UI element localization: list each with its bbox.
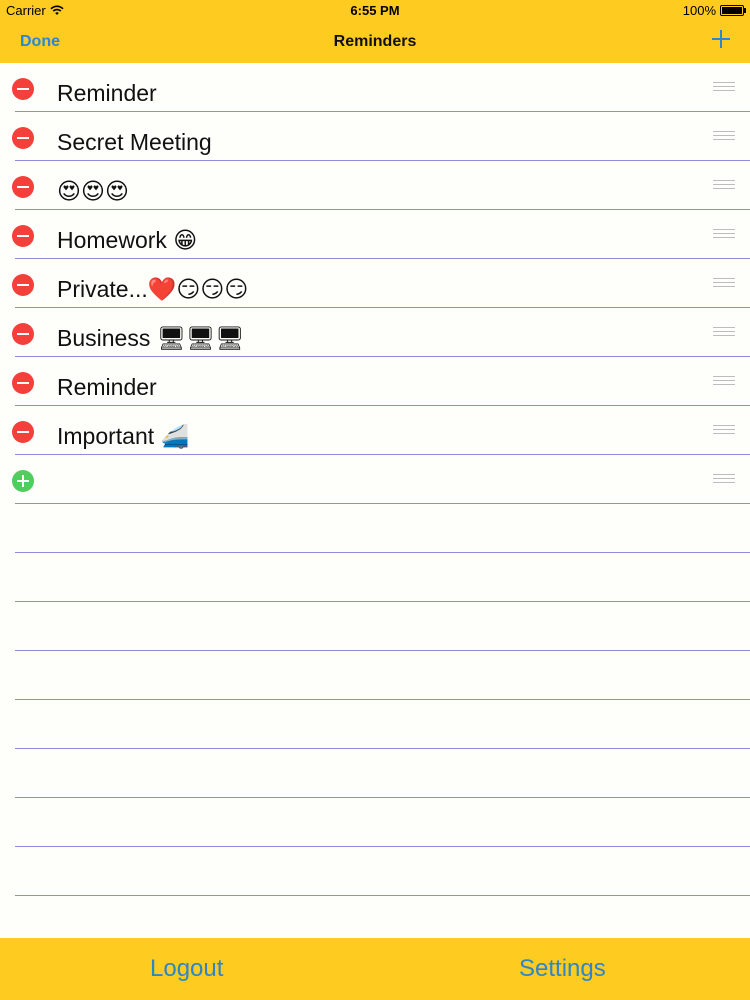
reorder-handle-icon[interactable]: [713, 180, 735, 191]
reorder-handle-icon[interactable]: [713, 376, 735, 387]
status-right: 100%: [682, 3, 746, 18]
list-item[interactable]: Private...❤️😏😏😏: [0, 259, 750, 308]
delete-icon[interactable]: [12, 274, 34, 296]
plus-icon[interactable]: [710, 28, 732, 50]
reorder-handle-icon[interactable]: [713, 229, 735, 240]
delete-icon[interactable]: [12, 372, 34, 394]
reminder-text[interactable]: Reminder: [57, 80, 157, 107]
reorder-handle-icon[interactable]: [713, 278, 735, 289]
reorder-handle-icon[interactable]: [713, 474, 735, 485]
delete-icon[interactable]: [12, 323, 34, 345]
empty-row: [0, 504, 750, 553]
empty-row: [0, 553, 750, 602]
delete-icon[interactable]: [12, 176, 34, 198]
page-title: Reminders: [333, 33, 417, 50]
list-item[interactable]: Secret Meeting: [0, 112, 750, 161]
reminder-text[interactable]: Important 🚄: [57, 423, 189, 450]
reminder-text[interactable]: Reminder: [57, 374, 157, 401]
bottom-toolbar: Logout Settings: [0, 938, 750, 1000]
empty-row: [0, 700, 750, 749]
list-item[interactable]: Reminder: [0, 63, 750, 112]
empty-row: [0, 651, 750, 700]
reminder-text[interactable]: Private...❤️😏😏😏: [57, 276, 248, 303]
list-item[interactable]: Important 🚄: [0, 406, 750, 455]
list-item[interactable]: Business 🖥🖥🖥: [0, 308, 750, 357]
reorder-handle-icon[interactable]: [713, 131, 735, 142]
reminder-list: Reminder Secret Meeting 😍😍😍 Homework 😁 P…: [0, 63, 750, 896]
empty-row: [0, 749, 750, 798]
nav-bar: Done Reminders: [0, 20, 750, 63]
status-bar: Carrier 6:55 PM 100%: [0, 0, 750, 20]
new-reminder-row[interactable]: [0, 455, 750, 504]
list-item[interactable]: 😍😍😍: [0, 161, 750, 210]
delete-icon[interactable]: [12, 78, 34, 100]
empty-row: [0, 602, 750, 651]
status-time: 6:55 PM: [350, 3, 400, 18]
empty-row: [0, 847, 750, 896]
add-circle-icon[interactable]: [12, 470, 34, 492]
battery-percent: 100%: [682, 3, 716, 18]
settings-button[interactable]: Settings: [519, 955, 606, 983]
top-bar: Carrier 6:55 PM 100% Done Reminders: [0, 0, 750, 63]
list-item[interactable]: Homework 😁: [0, 210, 750, 259]
reminder-text[interactable]: Secret Meeting: [57, 129, 212, 156]
reminder-text[interactable]: 😍😍😍: [57, 178, 129, 205]
reorder-handle-icon[interactable]: [713, 82, 735, 93]
delete-icon[interactable]: [12, 225, 34, 247]
empty-row: [0, 798, 750, 847]
reminder-text[interactable]: Business 🖥🖥🖥: [57, 325, 244, 352]
reminder-text[interactable]: Homework 😁: [57, 227, 197, 254]
reorder-handle-icon[interactable]: [713, 327, 735, 338]
reorder-handle-icon[interactable]: [713, 425, 735, 436]
delete-icon[interactable]: [12, 127, 34, 149]
list-item[interactable]: Reminder: [0, 357, 750, 406]
logout-button[interactable]: Logout: [150, 955, 223, 983]
delete-icon[interactable]: [12, 421, 34, 443]
rule-line: [15, 895, 750, 896]
battery-icon: [720, 5, 746, 16]
